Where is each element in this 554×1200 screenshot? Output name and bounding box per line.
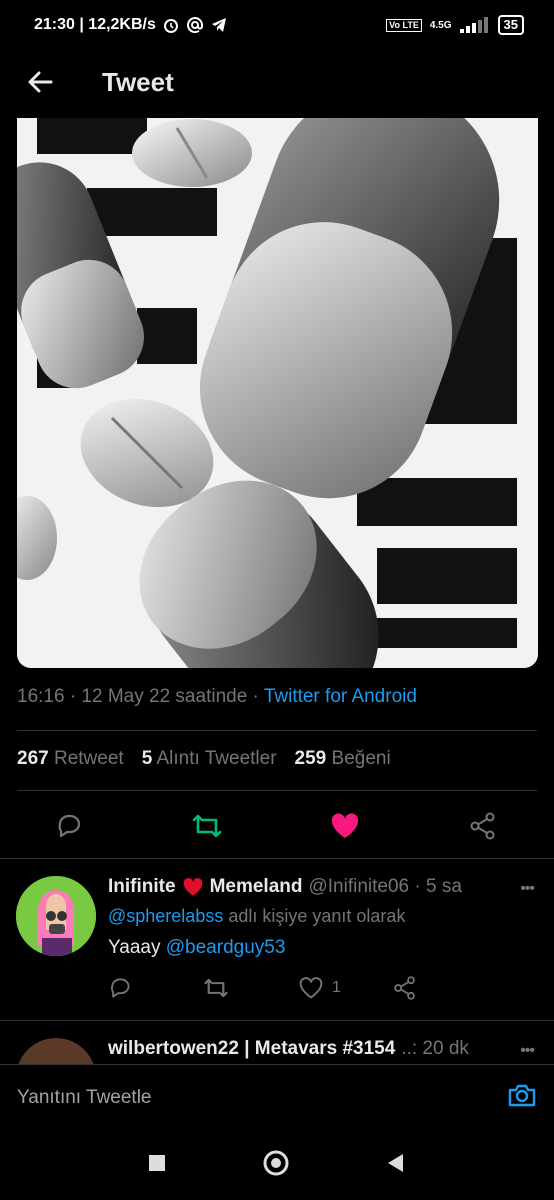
triangle-back-icon: [387, 1153, 403, 1172]
tweet-stats: 267 Retweet 5 Alıntı Tweetler 259 Beğeni: [17, 748, 391, 770]
arrow-left-icon: [28, 71, 53, 93]
tweet-meta: 16:16 · 12 May 22 saatinde · Twitter for…: [17, 686, 417, 708]
app-header: Tweet: [0, 50, 554, 114]
reply-body: Inifinite Memeland @Inifinite06 · 5 sa @…: [108, 876, 538, 959]
reply-text: Yaaay @beardguy53: [108, 937, 286, 958]
avatar-image: [16, 876, 96, 956]
camera-button[interactable]: [507, 1081, 537, 1114]
reply-author-row: Inifinite Memeland @Inifinite06 · 5 sa: [108, 876, 538, 898]
mention-link[interactable]: @beardguy53: [166, 937, 286, 958]
replying-to-link[interactable]: @spherelabss: [108, 906, 223, 926]
battery-indicator: 35: [497, 15, 524, 35]
more-options-icon[interactable]: •••: [520, 1042, 535, 1060]
at-icon: [186, 17, 203, 34]
reply-author-row: wilbertowen22 | Metavars #3154 ..: 20 dk: [108, 1038, 538, 1060]
replying-to: @spherelabss adlı kişiye yanıt olarak: [108, 906, 406, 926]
retweet-icon: [192, 814, 222, 838]
camera-icon: [508, 1084, 536, 1107]
tweet-source-link[interactable]: Twitter for Android: [264, 686, 417, 707]
more-options-icon[interactable]: •••: [520, 880, 535, 898]
divider: [0, 1020, 554, 1021]
comment-icon: [111, 978, 130, 998]
signal-icon: [459, 17, 488, 33]
reply-share-button[interactable]: [393, 976, 488, 1000]
telegram-icon: [211, 18, 226, 32]
reply-like-button[interactable]: 1: [298, 976, 393, 1000]
reply-retweet-button[interactable]: [203, 976, 298, 1000]
reply-reply-button[interactable]: [108, 976, 203, 1000]
share-icon: [470, 812, 495, 840]
retweet-button[interactable]: [138, 800, 276, 852]
author-name: Inifinite: [108, 876, 176, 897]
reply-button[interactable]: [0, 800, 138, 852]
tweet-actions: [0, 800, 554, 852]
quote-stat[interactable]: 5 Alıntı Tweetler: [142, 748, 277, 770]
reply-tweet[interactable]: wilbertowen22 | Metavars #3154 ..: 20 dk…: [0, 1034, 554, 1064]
share-button[interactable]: [414, 800, 552, 852]
circle-icon: [263, 1150, 289, 1175]
author-handle-time: ..: 20 dk: [401, 1038, 469, 1059]
divider: [17, 790, 537, 791]
tweet-timestamp: 16:16 · 12 May 22 saatinde ·: [17, 686, 259, 707]
author-handle-time: @Inifinite06 · 5 sa: [308, 876, 462, 897]
heart-filled-icon: [331, 813, 359, 838]
alarm-icon: [163, 19, 178, 33]
back-system-button[interactable]: [385, 1152, 407, 1179]
recents-button[interactable]: [147, 1153, 167, 1178]
avatar[interactable]: [16, 876, 96, 956]
tweet-media-image[interactable]: [17, 118, 538, 668]
retweet-stat[interactable]: 267 Retweet: [17, 748, 124, 770]
home-button[interactable]: [262, 1149, 290, 1182]
reply-actions: 1: [108, 976, 488, 1000]
status-bar: 21:30 | 12,2KB/s Vo LTE 4.5G 35: [0, 0, 554, 50]
heart-outline-icon: [299, 977, 323, 999]
reply-compose-bar: Yanıtını Tweetle: [0, 1064, 554, 1130]
share-icon: [394, 976, 415, 1000]
square-icon: [149, 1154, 166, 1171]
status-time: 21:30 | 12,2KB/s: [34, 16, 156, 33]
like-stat[interactable]: 259 Beğeni: [295, 748, 391, 770]
author-name-suffix: Memeland: [209, 876, 303, 897]
avatar[interactable]: [16, 1038, 96, 1064]
reply-body: wilbertowen22 | Metavars #3154 ..: 20 dk: [108, 1038, 538, 1060]
comment-icon: [58, 814, 81, 838]
system-nav-bar: [0, 1130, 554, 1200]
red-heart-icon: [183, 878, 202, 896]
divider: [0, 858, 554, 859]
divider: [17, 730, 537, 731]
back-button[interactable]: [0, 50, 80, 114]
retweet-icon: [204, 978, 228, 998]
author-name: wilbertowen22 | Metavars #3154: [108, 1038, 396, 1059]
pills-illustration: [17, 118, 538, 668]
reply-input[interactable]: Yanıtını Tweetle: [17, 1087, 507, 1109]
like-button[interactable]: [276, 800, 414, 852]
volte-badge: Vo LTE: [386, 18, 422, 32]
network-type: 4.5G: [429, 19, 452, 31]
page-title: Tweet: [102, 66, 174, 97]
reply-like-count: 1: [332, 979, 341, 996]
